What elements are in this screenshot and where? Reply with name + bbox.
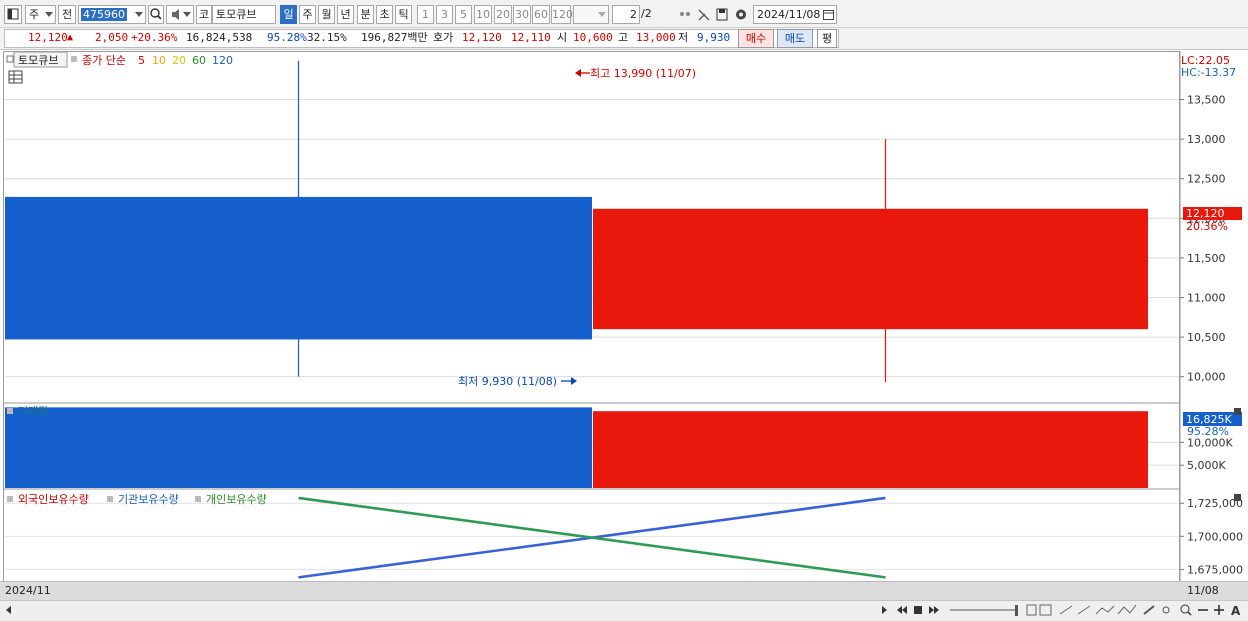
y-tick-label: 10,000K <box>1187 436 1233 449</box>
zoom-icon[interactable] <box>1180 604 1192 616</box>
table-icon[interactable] <box>8 70 23 84</box>
price-panel-stock-name: 토모큐브 <box>18 54 58 67</box>
legend-marker <box>195 496 201 502</box>
individual-holdings-title: 개인보유수량 <box>206 493 267 506</box>
y-tick-label: 12,500 <box>1187 173 1226 186</box>
high-annotation: 최고 13,990 (11/07) <box>575 67 696 80</box>
fast-forward-icon[interactable] <box>929 606 939 614</box>
trend-icon[interactable] <box>1117 604 1137 615</box>
holdings-lines <box>298 496 886 579</box>
y-tick-label: 1,700,000 <box>1187 530 1243 543</box>
institution-holdings-title: 기관보유수량 <box>118 493 179 506</box>
hc-label: HC:-13.37 <box>1181 66 1236 79</box>
zoom-slider-handle[interactable] <box>1015 605 1018 616</box>
y-tick-label: 13,500 <box>1187 94 1226 107</box>
volume-bars <box>5 407 1148 488</box>
scroll-right-icon[interactable] <box>882 606 887 614</box>
close-panel-icon[interactable] <box>1234 494 1241 501</box>
y-tick-label: 11,500 <box>1187 252 1226 265</box>
candle-body <box>5 196 592 340</box>
y-tick-label: 1,675,000 <box>1187 563 1243 576</box>
legend-marker <box>7 408 13 414</box>
y-tick-label: 11,000 <box>1187 291 1226 304</box>
ma-legend-120: 120 <box>212 54 233 67</box>
right-arrow-icon <box>571 377 577 385</box>
price-candles <box>5 60 1148 383</box>
x-axis-left-label: 2024/11 <box>5 584 51 597</box>
chart-scroll-bar[interactable]: A <box>0 600 1248 621</box>
y-tick-label: 10,500 <box>1187 331 1226 344</box>
pencil-icon[interactable] <box>1143 605 1170 615</box>
volume-ratio-tag-text: 95.28% <box>1187 425 1229 438</box>
y-tick-label: 10,000 <box>1187 371 1226 384</box>
volume-bar <box>593 411 1148 488</box>
ma-legend-title: 종가 단순 <box>82 54 126 67</box>
ma-legend-5: 5 <box>138 54 145 67</box>
legend-marker <box>6 55 14 63</box>
legend-marker <box>71 56 77 62</box>
high-annotation-text: 최고 13,990 (11/07) <box>590 67 696 80</box>
volume-panel-title: 거래량 <box>18 405 48 418</box>
last-pct-tag-text: 20.36% <box>1186 220 1228 233</box>
left-arrow-icon <box>575 69 581 77</box>
x-axis-date-bar: 2024/11 11/08 <box>0 581 1248 600</box>
y-tick-label: 13,000 <box>1187 133 1226 146</box>
legend-marker <box>7 496 13 502</box>
draw-line-icon[interactable] <box>1059 605 1091 615</box>
close-panel-icon[interactable] <box>1234 408 1241 415</box>
scroll-left-icon[interactable] <box>6 606 11 614</box>
auto-scale-icon[interactable]: A <box>1231 604 1241 618</box>
y-axis-labels: 10,00010,50011,00011,50012,00012,50013,0… <box>1187 94 1243 577</box>
zoom-in-icon[interactable] <box>1214 605 1224 615</box>
pattern-icon[interactable] <box>1095 605 1115 615</box>
ma-legend-60: 60 <box>192 54 206 67</box>
legend-marker <box>107 496 113 502</box>
chart-canvas: 10,00010,50011,00011,50012,00012,50013,0… <box>4 51 1243 581</box>
foreign-holdings-title: 외국인보유수량 <box>18 493 89 506</box>
ma-legend-10: 10 <box>152 54 166 67</box>
rewind-icon[interactable] <box>897 606 907 614</box>
window-layout-icon[interactable] <box>1026 604 1052 616</box>
candle-body <box>593 208 1148 330</box>
ma-legend-20: 20 <box>172 54 186 67</box>
last-price-tag-text: 12,120 <box>1186 207 1225 220</box>
y-tick-label: 5,000K <box>1187 459 1226 472</box>
volume-bar <box>5 407 592 488</box>
stop-icon[interactable] <box>914 606 922 614</box>
low-annotation-text: 최저 9,930 (11/08) <box>458 375 557 388</box>
x-axis-right-label: 11/08 <box>1187 584 1219 597</box>
